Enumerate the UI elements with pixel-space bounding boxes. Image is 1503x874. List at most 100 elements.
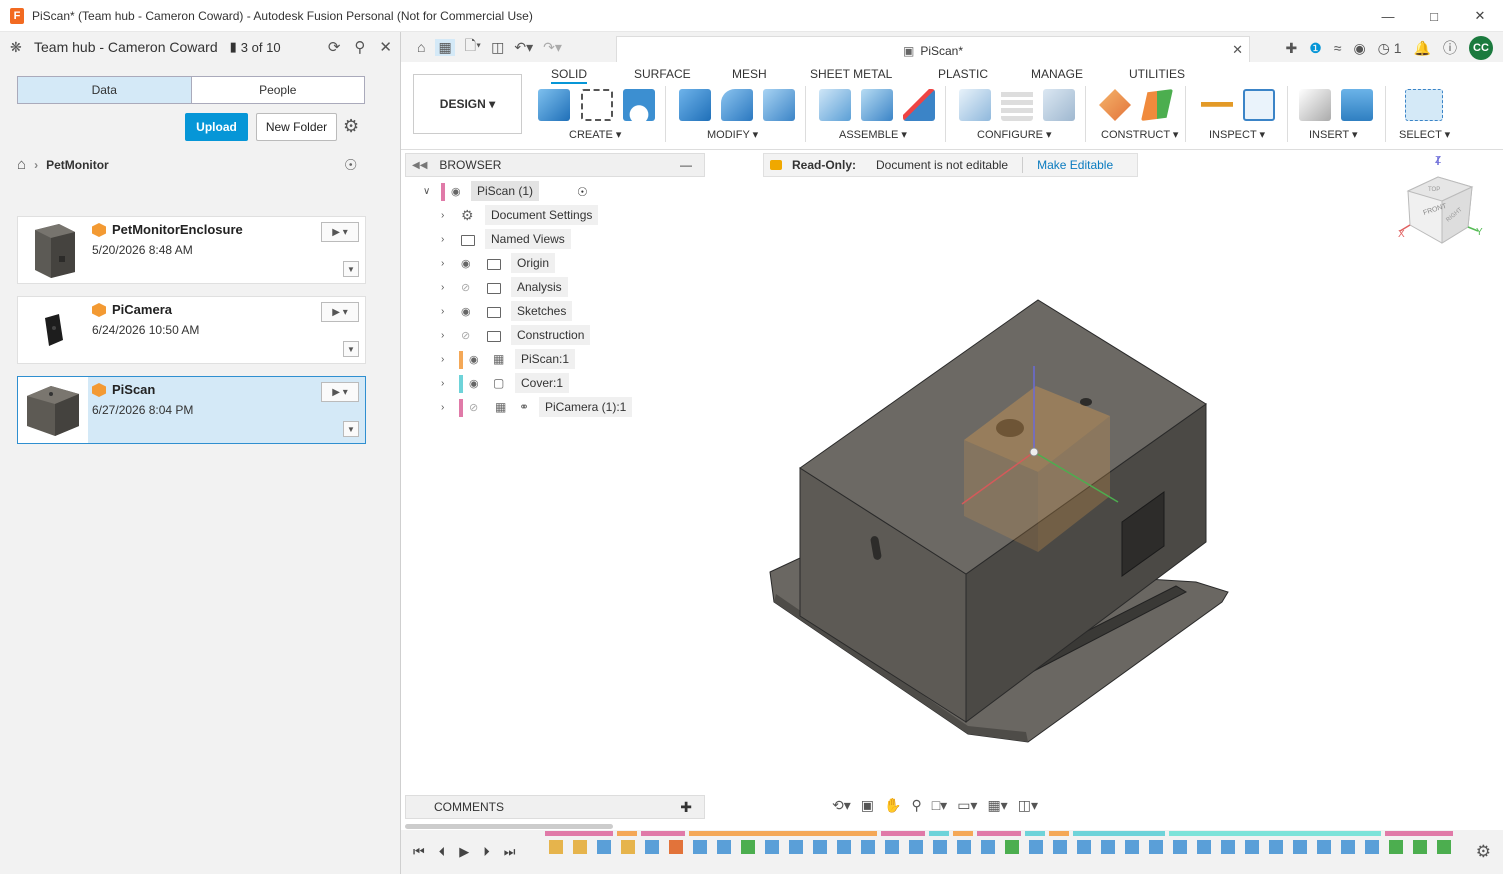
construct-menu[interactable]: CONSTRUCT ▾: [1101, 128, 1178, 141]
configure-rule-icon[interactable]: [1043, 89, 1075, 121]
fillet-icon[interactable]: [721, 89, 753, 121]
breadcrumb-project[interactable]: PetMonitor: [46, 158, 109, 172]
tab-utilities[interactable]: UTILITIES: [1129, 67, 1185, 81]
open-file-button[interactable]: ▶ ▾: [321, 222, 359, 242]
chevron-right-icon[interactable]: ›: [441, 378, 444, 389]
extrude-icon[interactable]: [538, 89, 570, 121]
timeline-play-icon[interactable]: ▶: [459, 844, 469, 860]
chevron-right-icon[interactable]: ›: [441, 306, 444, 317]
inspect-menu[interactable]: INSPECT ▾: [1209, 128, 1265, 141]
gear-icon[interactable]: ⚙: [343, 116, 359, 137]
modify-menu[interactable]: MODIFY ▾: [707, 128, 758, 141]
assemble-menu[interactable]: ASSEMBLE ▾: [839, 128, 907, 141]
undo-icon[interactable]: ↶▾: [514, 39, 533, 56]
new-folder-button[interactable]: New Folder: [256, 113, 337, 141]
timeline-end-icon[interactable]: ⏭: [504, 844, 516, 860]
file-options-dropdown[interactable]: ▼: [343, 421, 359, 437]
tab-surface[interactable]: SURFACE: [634, 67, 691, 81]
chevron-right-icon[interactable]: ›: [441, 354, 444, 365]
upload-button[interactable]: Upload: [185, 113, 248, 141]
tab-data[interactable]: Data: [18, 77, 192, 103]
project-count[interactable]: ▮ 3 of 10: [230, 39, 281, 55]
help-icon[interactable]: ⓘ: [1443, 38, 1457, 58]
eye-icon[interactable]: ◉: [469, 353, 479, 366]
as-built-joint-icon[interactable]: [903, 89, 935, 121]
configuration-table-icon[interactable]: [1001, 89, 1033, 121]
display-settings-icon[interactable]: ▭▾: [957, 797, 977, 814]
globe-icon[interactable]: ☉: [344, 156, 357, 174]
file-options-dropdown[interactable]: ▼: [343, 341, 359, 357]
eye-hidden-icon[interactable]: ⊘: [461, 329, 470, 342]
midplane-icon[interactable]: [1141, 89, 1173, 121]
interference-icon[interactable]: [1243, 89, 1275, 121]
model-viewport[interactable]: [766, 296, 1232, 746]
create-menu[interactable]: CREATE ▾: [569, 128, 621, 141]
save-icon[interactable]: ◫: [491, 39, 504, 56]
chevron-right-icon[interactable]: ›: [441, 330, 444, 341]
viewports-icon[interactable]: ◫▾: [1018, 797, 1038, 814]
browser-header[interactable]: ◀◀ BROWSER —: [405, 153, 705, 177]
press-pull-icon[interactable]: [679, 89, 711, 121]
minimize-button[interactable]: —: [1365, 0, 1411, 32]
new-tab-icon[interactable]: ✚: [1285, 40, 1297, 57]
hub-name[interactable]: Team hub - Cameron Coward: [34, 39, 218, 55]
eye-icon[interactable]: ◉: [461, 305, 471, 318]
fit-icon[interactable]: □▾: [932, 797, 947, 814]
file-item-piscan[interactable]: PiScan 6/27/2026 8:04 PM ▶ ▾ ▼: [17, 376, 366, 444]
collapse-panel-icon[interactable]: ◀◀: [412, 160, 427, 171]
gear-icon[interactable]: ⚙: [1476, 842, 1491, 862]
minimize-browser-icon[interactable]: —: [680, 158, 692, 172]
refresh-icon[interactable]: ⟳: [328, 38, 341, 56]
tab-plastic[interactable]: PLASTIC: [938, 67, 988, 81]
select-icon[interactable]: [1405, 89, 1443, 121]
tab-people[interactable]: People: [191, 77, 364, 103]
eye-icon[interactable]: ◉: [461, 257, 471, 270]
revolve-icon[interactable]: [623, 89, 655, 121]
configure-menu[interactable]: CONFIGURE ▾: [977, 128, 1052, 141]
timeline-forward-icon[interactable]: ⏵: [483, 844, 490, 860]
make-editable-link[interactable]: Make Editable: [1037, 158, 1113, 172]
insert-menu[interactable]: INSERT ▾: [1309, 128, 1358, 141]
close-window-button[interactable]: ✕: [1457, 0, 1503, 32]
new-component-icon[interactable]: [819, 89, 851, 121]
tab-mesh[interactable]: MESH: [732, 67, 767, 81]
chevron-down-icon[interactable]: ∨: [423, 186, 430, 197]
insert-canvas-icon[interactable]: [1341, 89, 1373, 121]
timeline-back-icon[interactable]: ⏴: [439, 844, 446, 860]
chevron-right-icon[interactable]: ›: [441, 282, 444, 293]
chevron-right-icon[interactable]: ›: [441, 234, 444, 245]
close-tab-icon[interactable]: ✕: [1232, 42, 1243, 58]
avatar[interactable]: CC: [1469, 36, 1493, 60]
timeline-scrollbar[interactable]: [405, 824, 613, 829]
configure-icon[interactable]: [959, 89, 991, 121]
joint-icon[interactable]: [861, 89, 893, 121]
create-sketch-icon[interactable]: [581, 89, 613, 121]
pan-icon[interactable]: ✋: [884, 797, 901, 814]
orbit-icon[interactable]: ⟲▾: [832, 797, 851, 814]
insert-derive-icon[interactable]: [1299, 89, 1331, 121]
activate-icon[interactable]: ☉: [577, 185, 588, 199]
extensions-icon[interactable]: ❶: [1309, 40, 1322, 57]
notification-icon[interactable]: 🔔: [1414, 40, 1431, 57]
eye-icon[interactable]: ◉: [469, 377, 479, 390]
home-icon[interactable]: ⌂: [417, 39, 425, 55]
open-file-button[interactable]: ▶ ▾: [321, 302, 359, 322]
file-menu-icon[interactable]: 🗋▾: [465, 35, 481, 59]
chevron-right-icon[interactable]: ›: [441, 402, 444, 413]
shell-icon[interactable]: [763, 89, 795, 121]
tab-sheet-metal[interactable]: SHEET METAL: [810, 67, 892, 81]
file-item-petmonitorenclosure[interactable]: PetMonitorEnclosure 5/20/2026 8:48 AM ▶ …: [17, 216, 366, 284]
job-status[interactable]: ◷ 1: [1378, 40, 1402, 57]
measure-icon[interactable]: [1201, 89, 1233, 121]
tab-manage[interactable]: MANAGE: [1031, 67, 1083, 81]
comments-header[interactable]: COMMENTS ✚: [405, 795, 705, 819]
hub-icon[interactable]: ❋: [10, 39, 28, 56]
view-cube[interactable]: Z FRONT RIGHT TOP X Y: [1398, 155, 1486, 245]
timeline-start-icon[interactable]: ⏮: [413, 844, 425, 860]
eye-hidden-icon[interactable]: ⊘: [469, 401, 478, 414]
online-status-icon[interactable]: ◉: [1353, 40, 1365, 57]
look-at-icon[interactable]: ▣: [861, 797, 874, 814]
maximize-button[interactable]: □: [1411, 0, 1457, 32]
eye-hidden-icon[interactable]: ⊘: [461, 281, 470, 294]
grid-settings-icon[interactable]: ▦▾: [987, 797, 1007, 814]
